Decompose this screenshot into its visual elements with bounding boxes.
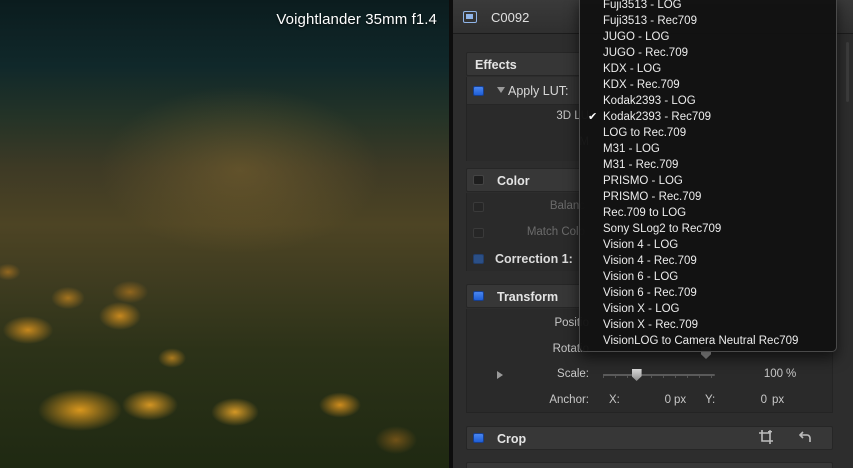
scale-slider-track[interactable]	[603, 374, 715, 376]
lut-menu-item-label: Rec.709 to LOG	[603, 207, 687, 219]
apply-lut-checkbox[interactable]	[473, 86, 484, 96]
anchor-y-label: Y:	[705, 394, 716, 406]
lut-menu-item[interactable]: Vision 6 - Rec.709	[580, 285, 836, 301]
apply-lut-disclosure-icon[interactable]	[497, 87, 505, 93]
lut-menu-item[interactable]: ✔ Kodak2393 - Rec709	[580, 109, 836, 125]
lut-menu-item[interactable]: Vision 4 - LOG	[580, 237, 836, 253]
crop-tool-icon[interactable]	[757, 430, 775, 446]
lut-menu-item-label: LOG to Rec.709	[603, 127, 687, 139]
correction-checkbox[interactable]	[473, 254, 484, 264]
viewer-caption: Voightlander 35mm f1.4	[276, 11, 437, 28]
lut-menu-item-label: PRISMO - LOG	[603, 175, 683, 187]
position-label: Positio	[554, 317, 589, 329]
lut-menu-item-label: Vision X - Rec.709	[603, 319, 699, 331]
scale-slider-knob[interactable]	[631, 369, 642, 381]
lut-menu-item[interactable]: M31 - LOG	[580, 141, 836, 157]
inspector-scrollbar[interactable]	[846, 42, 849, 102]
lut-menu-item-label: Kodak2393 - LOG	[603, 95, 696, 107]
lut-menu-item-label: Vision 6 - Rec.709	[603, 287, 697, 299]
lut-menu-item[interactable]: KDX - LOG	[580, 61, 836, 77]
lut-menu-item[interactable]: LOG to Rec.709	[580, 125, 836, 141]
crop-reset-icon[interactable]	[797, 430, 815, 446]
crop-checkbox[interactable]	[473, 433, 484, 443]
lut-menu-item[interactable]: Kodak2393 - LOG	[580, 93, 836, 109]
balance-label: Balanc	[549, 200, 585, 212]
lut-menu-item[interactable]: PRISMO - LOG	[580, 173, 836, 189]
lut-menu-item-label: PRISMO - Rec.709	[603, 191, 702, 203]
clip-name: C0092	[491, 10, 530, 25]
lut-menu-item-label: Fuji3513 - LOG	[603, 0, 682, 11]
color-title: Color	[497, 174, 530, 188]
lut-menu-item-label: M31 - Rec.709	[603, 159, 679, 171]
lut-menu-item[interactable]: Rec.709 to LOG	[580, 205, 836, 221]
lut-menu-item-label: JUGO - Rec.709	[603, 47, 688, 59]
lut-menu-item-label: Fuji3513 - Rec709	[603, 15, 697, 27]
mode-row-label: M	[497, 136, 589, 148]
lut-menu-list: Fuji3513 - LOG Fuji3513 - Rec709 JUGO - LO…	[580, 0, 836, 349]
lut-menu-item[interactable]: Vision 6 - LOG	[580, 269, 836, 285]
balance-checkbox[interactable]	[473, 202, 484, 212]
transform-checkbox[interactable]	[473, 291, 484, 301]
lut-dropdown-menu: Fuji3513 - LOG Fuji3513 - Rec709 JUGO - LO…	[579, 0, 837, 352]
viewer: Voightlander 35mm f1.4	[0, 0, 449, 468]
checkmark-icon: ✔	[588, 111, 598, 123]
lut-menu-item[interactable]: M31 - Rec.709	[580, 157, 836, 173]
scale-value[interactable]: 100	[717, 368, 783, 380]
anchor-x-label: X:	[609, 394, 620, 406]
scale-label: Scale:	[557, 368, 589, 380]
correction-label: Correction 1:	[495, 252, 573, 266]
lut-menu-item-label: Sony SLog2 to Rec709	[603, 223, 722, 235]
lut-menu-item-label: KDX - Rec.709	[603, 79, 680, 91]
lut-menu-item-label: JUGO - LOG	[603, 31, 670, 43]
lut-menu-item[interactable]: JUGO - LOG	[580, 29, 836, 45]
lut-menu-item[interactable]: Sony SLog2 to Rec709	[580, 221, 836, 237]
lut-menu-item-label: Vision 4 - Rec.709	[603, 255, 697, 267]
lut-menu-item[interactable]: Vision 4 - Rec.709	[580, 253, 836, 269]
rotation-label: Rotatio	[552, 343, 589, 355]
lut-menu-item[interactable]: Fuji3513 - LOG	[580, 0, 836, 13]
lut-menu-item[interactable]: PRISMO - Rec.709	[580, 189, 836, 205]
match-color-checkbox[interactable]	[473, 228, 484, 238]
clip-icon	[463, 11, 477, 23]
next-section-header[interactable]	[466, 462, 833, 468]
lut-menu-item-label: KDX - LOG	[603, 63, 662, 75]
anchor-x-value[interactable]: 0	[637, 394, 671, 406]
lut-menu-item[interactable]: VisionLOG to Camera Neutral Rec709	[580, 333, 836, 349]
lut-menu-item[interactable]: Vision X - LOG	[580, 301, 836, 317]
apply-lut-label: Apply LUT:	[508, 84, 569, 98]
lut-menu-item-label: Vision X - LOG	[603, 303, 680, 315]
match-color-label: Match Colo	[526, 226, 585, 238]
lut-menu-item-label: VisionLOG to Camera Neutral Rec709	[603, 335, 799, 347]
lut-menu-item[interactable]: Vision X - Rec.709	[580, 317, 836, 333]
effects-title: Effects	[475, 58, 517, 72]
lut-menu-item-label: Kodak2393 - Rec709	[603, 111, 712, 123]
color-checkbox[interactable]	[473, 175, 484, 185]
scale-unit: %	[786, 368, 797, 380]
transform-title: Transform	[497, 290, 559, 304]
lut-menu-item[interactable]: KDX - Rec.709	[580, 77, 836, 93]
anchor-label: Anchor:	[549, 394, 589, 406]
crop-section-header[interactable]: Crop	[466, 426, 833, 450]
lut-menu-item-label: Vision 6 - LOG	[603, 271, 679, 283]
scale-disclosure-icon[interactable]	[497, 371, 503, 379]
lut-menu-item[interactable]: JUGO - Rec.709	[580, 45, 836, 61]
lut-menu-item-label: Vision 4 - LOG	[603, 239, 679, 251]
lut-row-label: 3D LU	[556, 110, 589, 122]
lut-menu-item-label: M31 - LOG	[603, 143, 660, 155]
lut-menu-item[interactable]: Fuji3513 - Rec709	[580, 13, 836, 29]
anchor-y-unit: px	[772, 394, 785, 406]
anchor-y-value[interactable]: 0	[733, 394, 767, 406]
crop-title: Crop	[497, 432, 527, 446]
anchor-x-unit: px	[674, 394, 687, 406]
